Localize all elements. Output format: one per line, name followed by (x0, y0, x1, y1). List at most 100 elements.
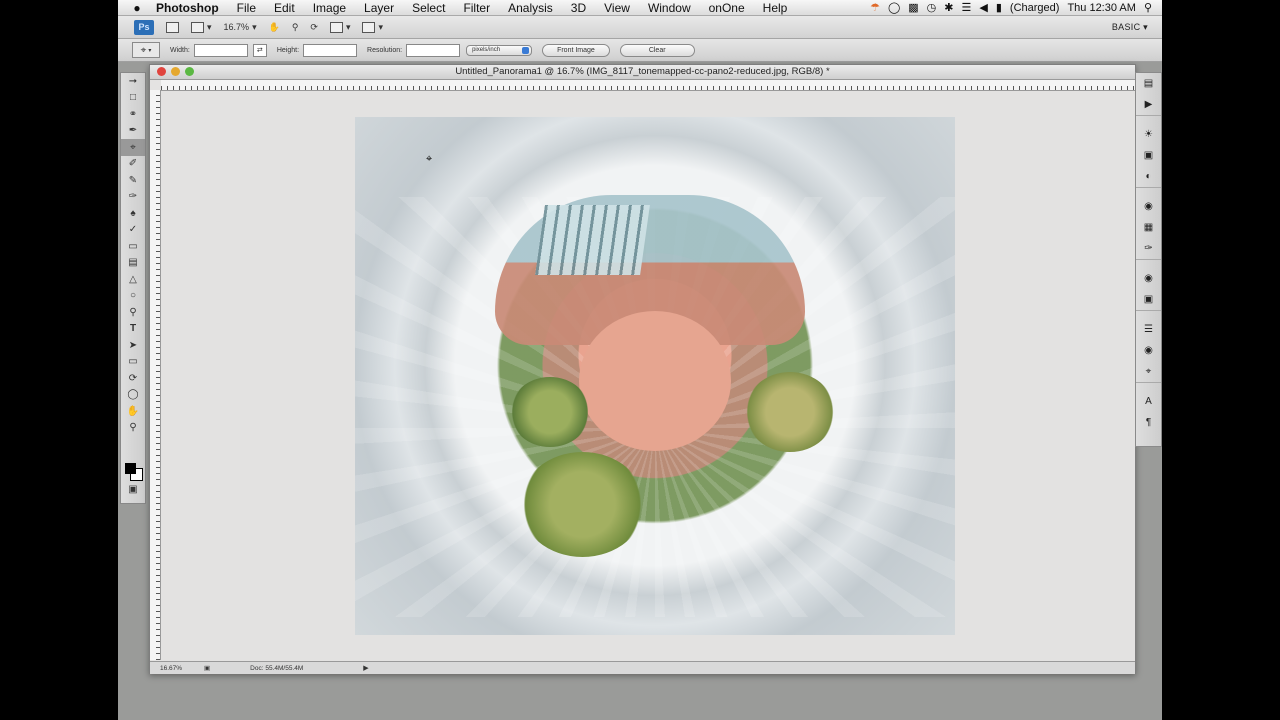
menu-file[interactable]: File (228, 1, 265, 15)
chevron-down-icon: ▾ (378, 21, 384, 32)
workspace-switcher[interactable]: BASIC ▾ (1112, 22, 1148, 33)
sync-icon[interactable]: ◯ (888, 1, 900, 14)
brushes-panel-icon[interactable]: ✑ (1136, 238, 1161, 259)
swatches-panel-icon[interactable]: ▦ (1136, 217, 1161, 238)
arrange-documents-button[interactable]: ▾ (329, 21, 351, 33)
pen-tool-icon[interactable]: ⚲ (121, 304, 145, 321)
panorama-image[interactable]: ⌖ (355, 117, 955, 635)
type-tool-icon[interactable]: T (121, 321, 145, 338)
dock-divider (1136, 187, 1161, 196)
layers-panel-icon[interactable]: ☰ (1136, 319, 1161, 340)
3d-orbit-tool-icon[interactable]: ◯ (121, 387, 145, 404)
dodge-tool-icon[interactable]: ○ (121, 288, 145, 305)
umbrella-icon[interactable]: ☂ (870, 1, 880, 14)
application-bar: Ps ▾ 16.7% ▾ ✋ ⚲ ⟳ ▾ ▾ BASIC ▾ (118, 16, 1162, 39)
spotlight-icon[interactable]: ⚲ (1144, 1, 1152, 14)
menu-app-name[interactable]: Photoshop (148, 1, 228, 15)
menu-edit[interactable]: Edit (265, 1, 304, 15)
minimize-window-icon[interactable] (171, 67, 180, 76)
battery-icon[interactable]: ▮ (996, 1, 1002, 14)
navigator-panel-icon[interactable]: ▣ (1136, 289, 1161, 310)
actions-panel-icon[interactable]: ▶ (1136, 94, 1161, 115)
menu-onone[interactable]: onOne (700, 1, 754, 15)
screen-mode-button[interactable]: ▾ (362, 21, 384, 33)
path-selection-tool-icon[interactable]: ➤ (121, 337, 145, 354)
eraser-tool-icon[interactable]: ▭ (121, 238, 145, 255)
move-tool-icon[interactable]: ➞ (121, 73, 145, 90)
zoom-level-select[interactable]: 16.7% ▾ (224, 22, 257, 33)
masks-panel-icon[interactable]: ▣ (1136, 145, 1161, 166)
history-brush-tool-icon[interactable]: ✓ (121, 222, 145, 239)
blur-tool-icon[interactable]: △ (121, 271, 145, 288)
resolution-field[interactable] (406, 43, 461, 57)
tree (510, 377, 590, 447)
status-zoom[interactable]: 16.67% (150, 665, 204, 672)
clone-stamp-tool-icon[interactable]: ♠ (121, 205, 145, 222)
hand-tool-button[interactable]: ✋ (269, 22, 280, 33)
hand-tool-icon[interactable]: ✋ (121, 403, 145, 420)
clock[interactable]: Thu 12:30 AM (1067, 2, 1136, 14)
swap-dimensions-icon[interactable]: ⇄ (252, 43, 267, 57)
status-info-icon[interactable]: ▣ (204, 664, 210, 672)
3d-rotate-tool-icon[interactable]: ⟳ (121, 370, 145, 387)
time-machine-icon[interactable]: ◷ (927, 1, 937, 14)
lasso-tool-icon[interactable]: ⚭ (121, 106, 145, 123)
height-field[interactable] (303, 43, 358, 57)
gradient-tool-icon[interactable]: ▤ (121, 255, 145, 272)
eyedropper-tool-icon[interactable]: ✐ (121, 156, 145, 173)
paragraph-panel-icon[interactable]: ¶ (1136, 412, 1161, 433)
menu-layer[interactable]: Layer (355, 1, 403, 15)
close-window-icon[interactable] (157, 67, 166, 76)
chevron-down-icon: ▾ (345, 21, 351, 32)
quick-mask-icon[interactable]: ▣ (121, 481, 145, 498)
view-extras-button[interactable]: ▾ (191, 21, 212, 33)
foreground-color-swatch[interactable] (125, 463, 136, 474)
tool-preset-picker[interactable]: ⌖ ▾ (132, 42, 160, 58)
document-title-bar[interactable]: Untitled_Panorama1 @ 16.7% (IMG_8117_ton… (150, 65, 1135, 80)
channels-panel-icon[interactable]: ◉ (1136, 340, 1161, 361)
styles-panel-icon[interactable]: ◉ (1136, 196, 1161, 217)
zoom-window-icon[interactable] (185, 67, 194, 76)
brush-tool-icon[interactable]: ✑ (121, 189, 145, 206)
menu-analysis[interactable]: Analysis (499, 1, 562, 15)
adjustments-panel-icon[interactable]: ☀ (1136, 124, 1161, 145)
resolution-units-select[interactable]: pixels/inch (466, 44, 533, 56)
bridge-button[interactable] (166, 21, 179, 33)
menu-image[interactable]: Image (304, 1, 355, 15)
width-field[interactable] (193, 43, 248, 57)
wifi-icon[interactable]: ☰ (962, 1, 972, 14)
bluetooth-icon[interactable]: ✱ (944, 1, 953, 14)
quick-selection-tool-icon[interactable]: ✒ (121, 123, 145, 140)
menu-3d[interactable]: 3D (562, 1, 595, 15)
menu-filter[interactable]: Filter (454, 1, 499, 15)
zoom-tool-button[interactable]: ⚲ (292, 22, 299, 33)
front-image-button[interactable]: Front Image (542, 43, 610, 57)
horizontal-ruler[interactable] (161, 80, 1135, 91)
history-panel-icon[interactable]: ▤ (1136, 73, 1161, 94)
clear-button[interactable]: Clear (619, 43, 695, 57)
vertical-ruler[interactable] (150, 90, 161, 660)
canvas-area[interactable]: ⌖ (161, 91, 1135, 661)
crop-cursor-icon: ⌖ (426, 153, 433, 165)
battery-status[interactable]: (Charged) (1010, 2, 1060, 14)
volume-icon[interactable]: ◀ (979, 1, 987, 14)
chevron-down-icon: ▾ (148, 47, 152, 54)
marquee-tool-icon[interactable]: □ (121, 90, 145, 107)
view-extras-icon (191, 21, 204, 33)
menu-select[interactable]: Select (403, 1, 454, 15)
status-menu-arrow-icon[interactable]: ▶ (363, 664, 368, 672)
zoom-tool-icon[interactable]: ⚲ (121, 420, 145, 437)
apple-icon[interactable]: ● (126, 1, 148, 15)
keyboard-icon[interactable]: ▩ (908, 1, 918, 14)
character-panel-icon[interactable]: A (1136, 391, 1161, 412)
menu-window[interactable]: Window (639, 1, 700, 15)
menu-view[interactable]: View (595, 1, 639, 15)
crop-tool-icon[interactable]: ⌖ (121, 139, 145, 156)
color-panel-icon[interactable]: ◐ (1136, 166, 1161, 187)
menu-help[interactable]: Help (754, 1, 797, 15)
rotate-view-button[interactable]: ⟳ (310, 22, 318, 33)
clone-source-panel-icon[interactable]: ◉ (1136, 268, 1161, 289)
paths-panel-icon[interactable]: ⌖ (1136, 361, 1161, 382)
shape-tool-icon[interactable]: ▭ (121, 354, 145, 371)
healing-brush-tool-icon[interactable]: ✎ (121, 172, 145, 189)
